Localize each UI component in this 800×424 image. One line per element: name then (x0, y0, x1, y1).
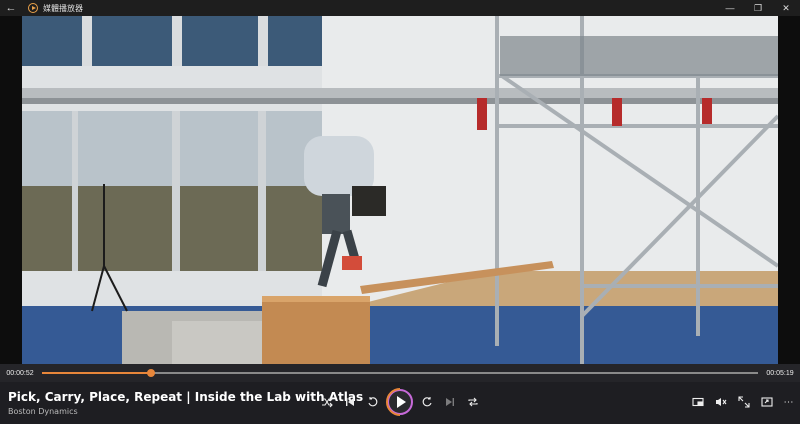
app-title: 媒體播放器 (43, 3, 83, 13)
previous-icon[interactable] (341, 393, 359, 411)
progress-row: 00:00:52 00:05:19 (0, 364, 800, 382)
video-still-image (22, 16, 778, 364)
forward-30-icon[interactable] (418, 393, 436, 411)
play-button[interactable] (387, 389, 413, 415)
title-bar: ← 媒體播放器 — ❐ ✕ (0, 0, 800, 16)
seek-bar-thumb[interactable] (146, 369, 155, 377)
rewind-10-icon[interactable] (364, 393, 382, 411)
control-bar: Pick, Carry, Place, Repeat | Inside the … (0, 382, 800, 424)
mini-player-icon[interactable] (689, 393, 707, 411)
back-arrow-icon[interactable]: ← (0, 0, 22, 16)
media-player-app-icon (28, 3, 38, 13)
current-time: 00:00:52 (6, 369, 34, 377)
video-title: Pick, Carry, Place, Repeat | Inside the … (8, 390, 364, 404)
more-options-icon[interactable]: ⋯ (780, 393, 798, 411)
total-time: 00:05:19 (766, 369, 794, 377)
video-frame[interactable] (22, 16, 778, 364)
repeat-icon[interactable] (464, 393, 482, 411)
minimize-icon[interactable]: — (716, 0, 744, 16)
seek-bar[interactable] (42, 369, 758, 377)
shuffle-icon[interactable] (318, 393, 336, 411)
close-icon[interactable]: ✕ (772, 0, 800, 16)
play-icon (396, 396, 406, 408)
video-channel: Boston Dynamics (8, 407, 78, 416)
next-icon[interactable] (441, 393, 459, 411)
window-controls: — ❐ ✕ (716, 0, 800, 16)
fullscreen-icon[interactable] (735, 393, 753, 411)
seek-bar-progress (42, 372, 151, 374)
video-area[interactable] (0, 16, 800, 364)
restore-icon[interactable]: ❐ (744, 0, 772, 16)
volume-mute-icon[interactable] (712, 393, 730, 411)
cast-icon[interactable] (758, 393, 776, 411)
